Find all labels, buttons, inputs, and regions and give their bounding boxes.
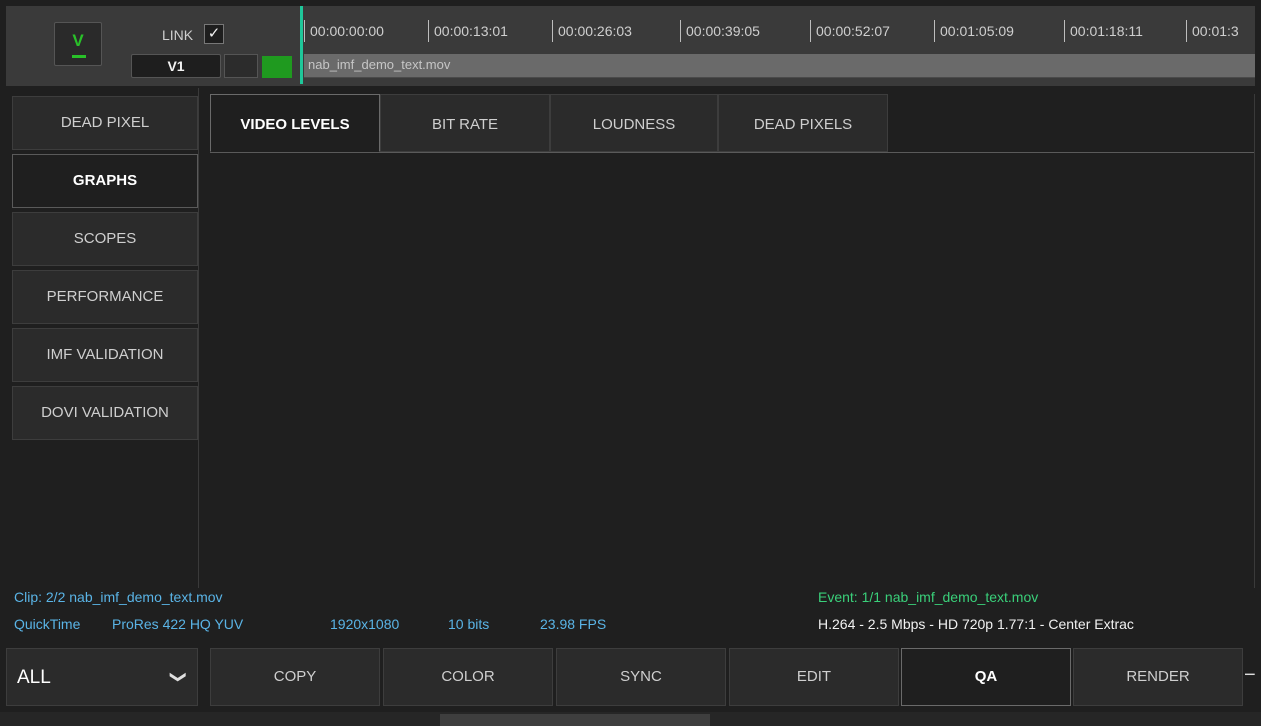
timeline-clip-name: nab_imf_demo_text.mov [308, 57, 451, 72]
timecode-tick: 00:01:3 [1186, 20, 1239, 42]
copy-button[interactable]: COPY [210, 648, 380, 706]
scrollbar-thumb[interactable] [440, 714, 710, 726]
qa-button[interactable]: QA [901, 648, 1071, 706]
color-button[interactable]: COLOR [383, 648, 553, 706]
video-track-letter: V [72, 31, 84, 50]
video-track-toggle-button[interactable]: V [54, 22, 102, 66]
timecode-tick: 00:00:13:01 [428, 20, 508, 42]
sidebar-item-dead-pixel[interactable]: DEAD PIXEL [12, 96, 198, 150]
tab-loudness[interactable]: LOUDNESS [550, 94, 718, 152]
event-counter: Event: 1/1 nab_imf_demo_text.mov [818, 589, 1039, 605]
filter-dropdown[interactable]: ALL ❯ [6, 648, 198, 706]
clip-counter: Clip: 2/2 nab_imf_demo_text.mov [14, 589, 223, 605]
link-checkbox[interactable]: ✓ [204, 24, 224, 44]
tab-dead-pixels[interactable]: DEAD PIXELS [718, 94, 888, 152]
filter-dropdown-value: ALL [17, 667, 51, 688]
sidebar-item-graphs[interactable]: GRAPHS [12, 154, 198, 208]
minus-icon[interactable]: − [1244, 664, 1261, 686]
chevron-down-icon: ❯ [169, 670, 187, 684]
timecode-tick: 00:01:05:09 [934, 20, 1014, 42]
sync-button[interactable]: SYNC [556, 648, 726, 706]
sidebar-item-dovi-validation[interactable]: DOVI VALIDATION [12, 386, 198, 440]
sidebar-item-performance[interactable]: PERFORMANCE [12, 270, 198, 324]
app-window: V LINK ✓ V1 00:00:00:00 00:00:13:01 00:0… [0, 0, 1261, 726]
sidebar-item-imf-validation[interactable]: IMF VALIDATION [12, 328, 198, 382]
timeline-clip[interactable]: nab_imf_demo_text.mov [304, 54, 1255, 78]
playhead[interactable] [300, 6, 303, 84]
clip-bit-depth: 10 bits [448, 616, 490, 632]
timecode-tick: 00:00:00:00 [304, 20, 384, 42]
timecode-tick: 00:01:18:11 [1064, 20, 1143, 42]
timecode-tick: 00:00:52:07 [810, 20, 890, 42]
clip-fps: 23.98 FPS [540, 616, 607, 632]
track-name-field[interactable]: V1 [131, 54, 221, 78]
video-track-underline [72, 55, 86, 58]
track-lock-toggle[interactable] [224, 54, 258, 78]
sidebar-item-scopes[interactable]: SCOPES [12, 212, 198, 266]
sidebar-divider [198, 88, 199, 588]
link-label: LINK [162, 27, 194, 43]
event-details: H.264 - 2.5 Mbps - HD 720p 1.77:1 - Cent… [818, 616, 1134, 632]
track-enable-toggle[interactable] [262, 56, 292, 78]
clip-resolution: 1920x1080 [330, 616, 400, 632]
tab-baseline [210, 152, 1255, 153]
timecode-tick: 00:00:39:05 [680, 20, 760, 42]
tab-video-levels[interactable]: VIDEO LEVELS [210, 94, 380, 152]
tab-bit-rate[interactable]: BIT RATE [380, 94, 550, 152]
edit-button[interactable]: EDIT [729, 648, 899, 706]
timecode-tick: 00:00:26:03 [552, 20, 632, 42]
clip-codec: ProRes 422 HQ YUV [112, 616, 244, 632]
clip-format: QuickTime [14, 616, 81, 632]
content-right-edge [1254, 94, 1255, 588]
render-button[interactable]: RENDER [1073, 648, 1243, 706]
